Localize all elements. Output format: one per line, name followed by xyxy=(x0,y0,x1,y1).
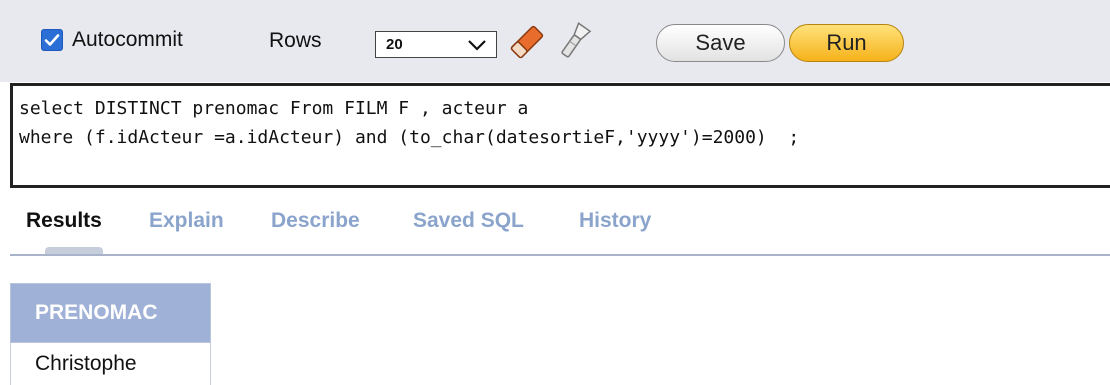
tab-history[interactable]: History xyxy=(579,209,651,233)
tab-describe[interactable]: Describe xyxy=(271,209,360,233)
chevron-down-icon xyxy=(468,40,486,51)
table-header-row: PRENOMAC xyxy=(10,283,211,343)
tab-explain[interactable]: Explain xyxy=(149,209,224,233)
results-tabs: Results Explain Describe Saved SQL Histo… xyxy=(0,205,1110,257)
column-header-prenomac[interactable]: PRENOMAC xyxy=(10,283,211,343)
run-button[interactable]: Run xyxy=(789,24,904,62)
sql-editor[interactable]: select DISTINCT prenomac From FILM F , a… xyxy=(10,83,1110,188)
rows-label: Rows xyxy=(269,29,322,52)
table-cell: Christophe xyxy=(10,342,211,385)
flashlight-icon[interactable] xyxy=(556,22,592,67)
autocommit-label: Autocommit xyxy=(72,28,183,51)
rows-select[interactable]: 20 xyxy=(375,31,497,58)
tab-saved-sql[interactable]: Saved SQL xyxy=(413,209,524,233)
table-row: Christophe xyxy=(10,342,211,385)
results-table: PRENOMAC Christophe xyxy=(10,283,211,385)
tab-results[interactable]: Results xyxy=(26,209,102,233)
autocommit-checkbox[interactable] xyxy=(41,29,63,51)
save-button[interactable]: Save xyxy=(656,24,785,62)
checkmark-icon xyxy=(44,34,60,46)
sql-toolbar: Autocommit Rows 20 Save Run xyxy=(0,0,1110,82)
tabs-divider xyxy=(10,254,1110,256)
autocommit-toggle[interactable]: Autocommit xyxy=(41,28,183,52)
eraser-icon[interactable] xyxy=(507,22,547,67)
rows-select-value: 20 xyxy=(386,36,403,53)
